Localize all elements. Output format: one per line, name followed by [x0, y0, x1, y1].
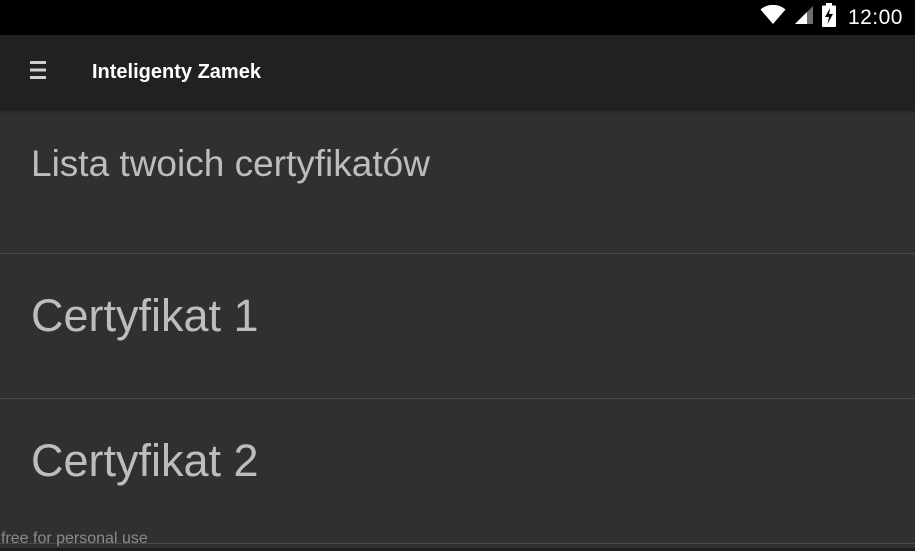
app-title: Inteligenty Zamek — [92, 61, 261, 83]
wifi-icon — [760, 4, 786, 30]
list-item-certificate-2[interactable]: Certyfikat 2 — [0, 399, 915, 544]
list-item-label: Certyfikat 2 — [31, 435, 259, 486]
watermark-text: free for personal use — [1, 530, 148, 547]
status-bar: 12:00 — [0, 0, 915, 35]
app-bar: Inteligenty Zamek — [0, 35, 915, 109]
status-time: 12:00 — [847, 5, 903, 29]
list-header: Lista twoich certyfikatów — [0, 109, 915, 254]
battery-charging-icon — [821, 3, 836, 32]
menu-button[interactable] — [18, 52, 58, 92]
list-item-label: Certyfikat 1 — [31, 290, 259, 341]
cell-signal-icon — [794, 5, 814, 30]
list-header-label: Lista twoich certyfikatów — [31, 143, 430, 184]
app-screen: 12:00 Inteligenty Zamek Lista twoich cer… — [0, 0, 915, 551]
certificate-list: Lista twoich certyfikatów Certyfikat 1 C… — [0, 109, 915, 544]
status-icons: 12:00 — [760, 0, 903, 35]
hamburger-menu-icon — [30, 59, 46, 86]
list-item-certificate-1[interactable]: Certyfikat 1 — [0, 254, 915, 399]
